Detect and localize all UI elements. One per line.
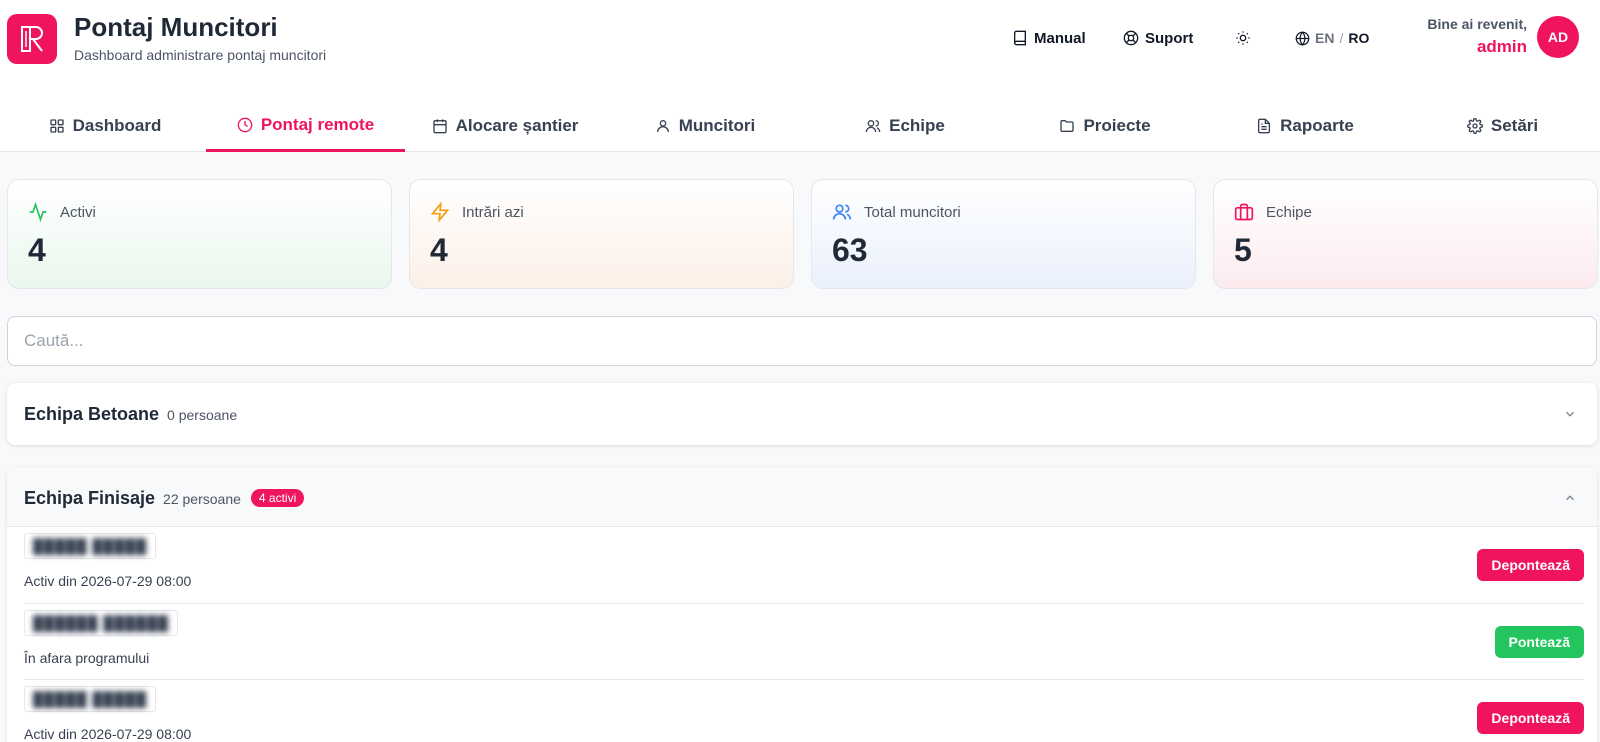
gear-icon (1466, 118, 1483, 134)
tab-muncitori[interactable]: Muncitori (605, 100, 805, 152)
language-switcher[interactable]: EN / RO (1295, 26, 1369, 50)
group-title: Echipa Finisaje 22 persoane 4 activi (24, 488, 305, 509)
main-tabs: Dashboard Pontaj remote Alocare șantier … (0, 100, 1600, 152)
tab-label: Muncitori (678, 116, 756, 135)
grid-icon (49, 119, 64, 133)
worker-row: █████ █████ Activ din 2026-07-29 08:00 D… (24, 527, 1584, 603)
welcome-block: Bine ai revenit, admin (1427, 16, 1527, 57)
book-icon (1014, 30, 1026, 46)
tab-setari[interactable]: Setări (1405, 100, 1600, 152)
stat-label: Activi (60, 203, 96, 221)
worker-name: █████ █████ (24, 686, 157, 712)
stat-label: Intrări azi (462, 203, 524, 221)
active-badge: 4 activi (250, 489, 305, 507)
tab-label: Setări (1490, 116, 1539, 135)
tab-label: Proiecte (1083, 116, 1151, 135)
tab-rapoarte[interactable]: Rapoarte (1205, 100, 1405, 152)
group-count: 22 persoane (163, 491, 241, 507)
logo-icon (21, 26, 43, 52)
globe-icon (1295, 30, 1310, 46)
worker-row: █████ █████ Activ din 2026-07-29 08:00 D… (24, 679, 1584, 742)
tab-label: Rapoarte (1280, 116, 1354, 135)
app-title: Pontaj Muncitori (74, 12, 278, 42)
support-button[interactable]: Suport (1123, 26, 1193, 50)
support-label: Suport (1145, 29, 1194, 47)
briefcase-icon (1234, 203, 1254, 221)
group-title: Echipa Betoane 0 persoane (24, 404, 237, 425)
activity-icon (29, 202, 47, 222)
app-subtitle: Dashboard administrare pontaj muncitori (74, 47, 327, 63)
tab-dashboard[interactable]: Dashboard (0, 100, 210, 152)
stat-value: 63 (832, 232, 868, 268)
search-input[interactable] (7, 316, 1597, 366)
group-echipa-betoane[interactable]: Echipa Betoane 0 persoane (7, 383, 1597, 445)
stat-card-activi: Activi 4 (7, 179, 392, 289)
stat-label: Total muncitori (864, 203, 961, 221)
manual-button[interactable]: Manual (1012, 26, 1086, 50)
worker-status: În afara programului (24, 650, 150, 666)
stat-card-echipe: Echipe 5 (1213, 179, 1598, 289)
worker-name-text: █████ █████ (33, 691, 148, 707)
avatar[interactable]: AD (1537, 16, 1579, 58)
username: admin (1476, 37, 1527, 56)
folder-icon (1060, 120, 1075, 132)
clock-in-button[interactable]: Pontează (1494, 626, 1584, 658)
stat-card-intrari-azi: Intrări azi 4 (409, 179, 794, 289)
worker-name: ██████ ██████ (24, 610, 178, 636)
welcome-text: Bine ai revenit, (1427, 16, 1527, 32)
users-icon (832, 204, 852, 220)
clock-out-button[interactable]: Depontează (1477, 549, 1584, 581)
stat-card-total-muncitori: Total muncitori 63 (811, 179, 1196, 289)
worker-name-text: █████ █████ (33, 538, 148, 554)
worker-status: Activ din 2026-07-29 08:00 (24, 726, 192, 742)
worker-name-text: ██████ ██████ (33, 615, 169, 631)
group-name: Echipa Betoane (24, 404, 160, 424)
lang-separator: / (1339, 30, 1344, 46)
file-text-icon (1258, 118, 1271, 134)
users-icon (865, 120, 881, 133)
group-header[interactable]: Echipa Finisaje 22 persoane 4 activi (7, 467, 1597, 527)
calendar-icon (432, 119, 447, 134)
stat-value: 4 (28, 232, 46, 268)
worker-name: █████ █████ (24, 533, 157, 559)
lang-ro[interactable]: RO (1348, 30, 1369, 46)
tab-label: Echipe (889, 116, 945, 135)
clock-icon (237, 117, 253, 132)
tab-proiecte[interactable]: Proiecte (1005, 100, 1205, 152)
lang-en[interactable]: EN (1315, 30, 1334, 46)
tab-pontaj-remote[interactable]: Pontaj remote (206, 100, 405, 152)
tab-label: Alocare șantier (455, 116, 579, 135)
stat-value: 5 (1234, 232, 1252, 268)
group-echipa-finisaje: Echipa Finisaje 22 persoane 4 activi █████… (7, 467, 1597, 742)
tab-echipe[interactable]: Echipe (805, 100, 1005, 152)
app-logo[interactable] (7, 14, 57, 64)
tab-label: Pontaj remote (260, 114, 375, 134)
tab-label: Dashboard (72, 116, 162, 135)
group-name: Echipa Finisaje (24, 488, 156, 508)
lifebuoy-icon (1123, 30, 1139, 46)
manual-label: Manual (1034, 29, 1086, 47)
stat-value: 4 (430, 232, 448, 268)
user-icon (656, 120, 669, 133)
tab-alocare-santier[interactable]: Alocare șantier (405, 100, 605, 152)
clock-out-button[interactable]: Depontează (1477, 702, 1584, 734)
top-bar: Pontaj Muncitori Dashboard administrare … (0, 0, 1600, 152)
group-count: 0 persoane (167, 407, 238, 423)
stat-label: Echipe (1266, 203, 1312, 221)
worker-row: ██████ ██████ În afara programului Ponte… (24, 603, 1584, 679)
lightning-icon (430, 202, 450, 222)
chevron-down-icon[interactable] (1563, 407, 1577, 421)
sun-icon (1236, 31, 1250, 45)
worker-status: Activ din 2026-07-29 08:00 (24, 573, 192, 589)
chevron-up-icon[interactable] (1563, 491, 1577, 505)
theme-toggle-button[interactable] (1235, 26, 1251, 50)
